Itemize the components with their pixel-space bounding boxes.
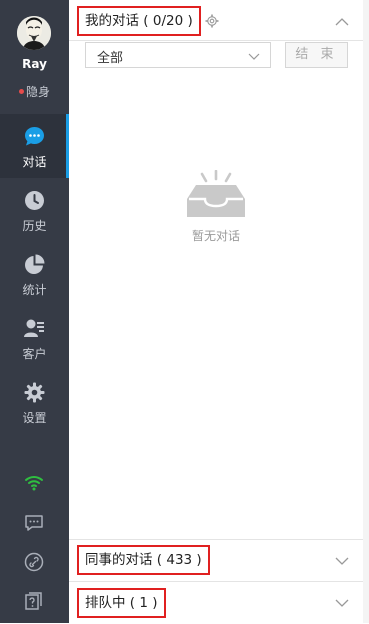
history-clock-icon <box>25 191 44 210</box>
nav-chat[interactable]: 对话 <box>0 114 69 178</box>
status-label: 隐身 <box>25 85 50 99</box>
empty-inbox-icon <box>187 170 245 217</box>
avatar[interactable] <box>17 16 51 50</box>
nav-stats[interactable]: 统计 <box>0 242 69 306</box>
nav-customers[interactable]: 客户 <box>0 306 69 370</box>
status-indicator[interactable]: 隐身 <box>0 83 69 100</box>
status-dot-icon <box>18 89 24 94</box>
nav-settings-label: 设置 <box>22 411 47 425</box>
conversation-filter-select[interactable]: 全部 <box>85 42 271 68</box>
my-conversations-title: 我的对话 ( 0/20 ) <box>77 6 201 36</box>
colleague-conversations-title: 同事的对话 ( 433 ) <box>77 545 210 575</box>
end-conversation-button[interactable]: 结 束 <box>285 42 348 68</box>
nav-history[interactable]: 历史 <box>0 178 69 242</box>
conversation-panel: 我的对话 ( 0/20 ) 全部 结 束 暂无对话 同事的对话 (433) … <box>69 0 364 624</box>
message-icon[interactable] <box>24 513 44 533</box>
username: Ray <box>22 57 47 71</box>
nav-customers-label: 客户 <box>22 347 47 361</box>
sidebar: Ray 隐身 对话 历史 统计 客户 设置 <box>0 0 69 623</box>
customer-icon <box>24 319 44 337</box>
empty-state-text: 暂无对话 <box>191 229 240 243</box>
wifi-icon <box>25 476 43 491</box>
chevron-down-icon <box>335 599 349 607</box>
link-icon[interactable] <box>24 552 44 572</box>
queue-header[interactable]: 排队中 ( 1 ) <box>69 581 363 624</box>
settings-small-icon[interactable] <box>205 14 219 28</box>
chat-icon <box>25 127 44 146</box>
my-conversations-header[interactable]: 我的对话 ( 0/20 ) <box>69 0 363 41</box>
nav-stats-label: 统计 <box>22 283 47 297</box>
chevron-down-icon <box>335 557 349 565</box>
colleague-conversations-header[interactable]: 同事的对话 ( 433 ) <box>69 539 363 582</box>
filter-value: 全部 <box>97 51 124 66</box>
pie-chart-icon <box>25 254 45 274</box>
nav-chat-label: 对话 <box>22 155 47 169</box>
gear-icon <box>24 382 45 403</box>
nav-history-label: 历史 <box>22 219 47 233</box>
chevron-down-icon <box>248 53 260 60</box>
scroll-gutter <box>363 0 369 623</box>
help-icon[interactable] <box>24 591 44 611</box>
chevron-up-icon[interactable] <box>335 15 349 29</box>
queue-title: 排队中 ( 1 ) <box>77 588 166 618</box>
nav-settings[interactable]: 设置 <box>0 370 69 434</box>
